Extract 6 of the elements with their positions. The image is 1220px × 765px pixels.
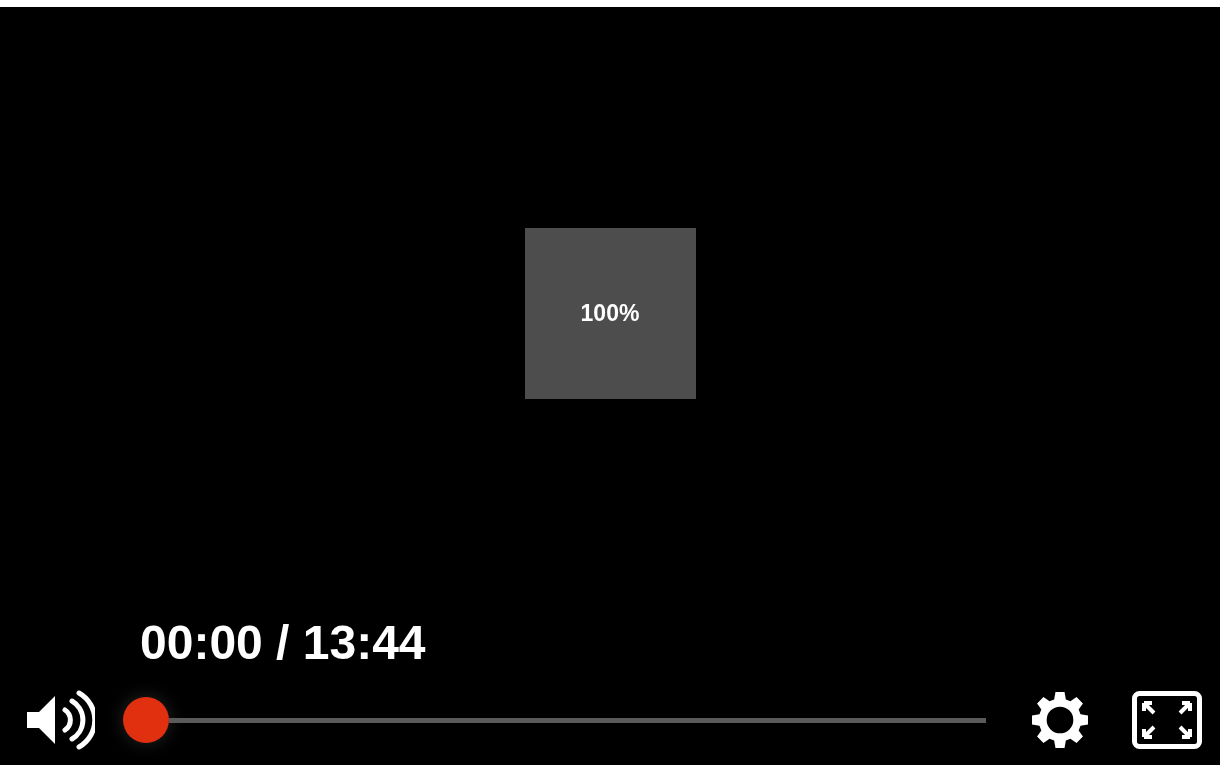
volume-icon[interactable] — [25, 690, 95, 750]
progress-track[interactable] — [169, 717, 986, 723]
fullscreen-icon[interactable] — [1132, 691, 1202, 749]
time-display: 00:00 / 13:44 — [140, 616, 426, 669]
volume-overlay: 100% — [524, 227, 696, 399]
progress-thumb[interactable] — [123, 697, 169, 743]
